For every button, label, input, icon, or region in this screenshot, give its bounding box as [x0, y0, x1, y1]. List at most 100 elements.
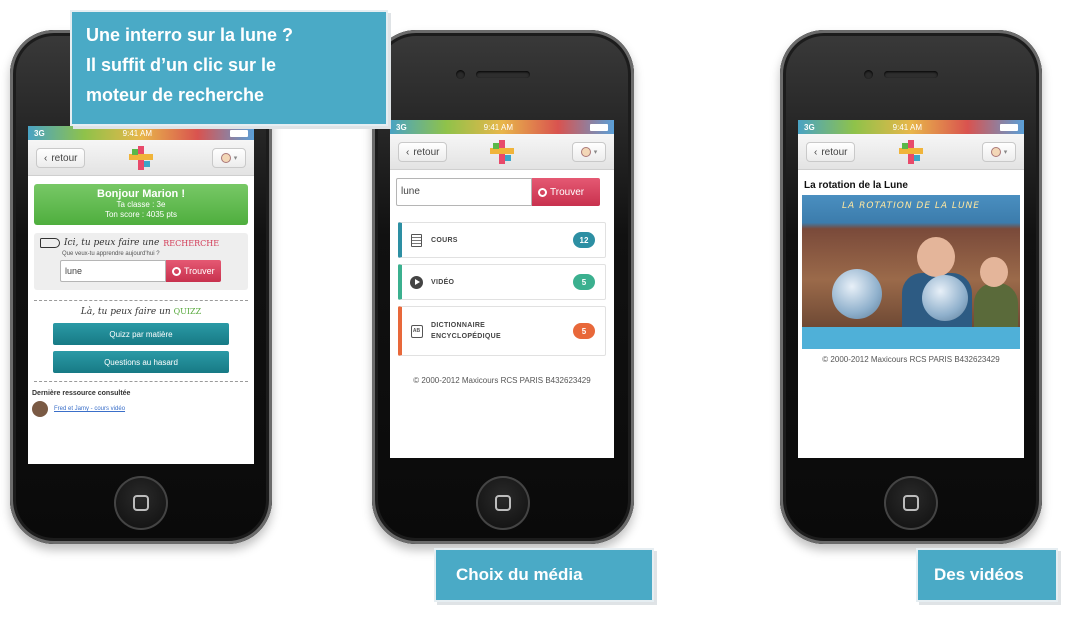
- find-button-label: Trouver: [550, 186, 585, 198]
- search-row: lune Trouver: [60, 260, 242, 282]
- speaker-grille: [476, 71, 530, 78]
- phone-1-screen: 3G 9:41 AM ‹ retour ▾ Bonjour Marion ! T…: [28, 126, 254, 464]
- play-icon: [410, 275, 423, 289]
- divider: [34, 381, 248, 382]
- search-heading: Ici, tu peux faire une RECHERCHE: [40, 238, 242, 248]
- phone-3-screen: 3G 9:41 AM ‹ retour ▾ La rotation de la …: [798, 120, 1024, 458]
- chevron-left-icon: ‹: [406, 146, 410, 158]
- result-cours[interactable]: COURS 12: [398, 222, 606, 258]
- signal-indicator: 3G: [396, 122, 407, 132]
- search-input[interactable]: lune: [396, 178, 532, 206]
- caption-search-line3: moteur de recherche: [86, 85, 265, 105]
- avatar-button[interactable]: ▾: [212, 148, 246, 168]
- status-bar: 3G 9:41 AM: [798, 120, 1024, 134]
- result-video[interactable]: VIDÉO 5: [398, 264, 606, 300]
- quiz-word: QUIZZ: [173, 307, 202, 316]
- search-input[interactable]: lune: [60, 260, 166, 282]
- nav-bar: ‹ retour ▾: [390, 134, 614, 170]
- maxicours-logo: [899, 140, 923, 164]
- result-label: VIDÉO: [431, 278, 455, 286]
- back-button-label: retour: [51, 152, 78, 164]
- last-resource-item[interactable]: Fred et Jamy - cours vidéo: [32, 401, 250, 417]
- last-resource-title: Dernière ressource consultée: [32, 390, 131, 397]
- result-dictionary[interactable]: AB DICTIONNAIRE ENCYCLOPÉDIQUE 5: [398, 306, 606, 356]
- chevron-left-icon: ‹: [814, 146, 818, 158]
- home-square-icon: [903, 495, 919, 511]
- battery-icon: [230, 129, 248, 137]
- home-square-icon: [495, 495, 511, 511]
- avatar-icon: [220, 153, 231, 163]
- chevron-down-icon: ▾: [593, 149, 598, 156]
- video-player[interactable]: LA ROTATION DE LA LUNE: [802, 195, 1020, 349]
- phone-3: 3G 9:41 AM ‹ retour ▾ La rotation de la …: [780, 30, 1042, 544]
- score-line: Ton score : 4035 pts: [104, 210, 178, 219]
- class-line: Ta classe : 3e: [116, 200, 166, 209]
- battery-icon: [1000, 123, 1018, 131]
- front-camera-icon: [456, 70, 465, 79]
- caption-videos: Des vidéos: [916, 548, 1058, 602]
- search-icon: [538, 187, 547, 197]
- search-row: lune Trouver: [396, 178, 608, 206]
- home-button[interactable]: [884, 476, 938, 530]
- search-icon: [172, 266, 181, 276]
- chevron-left-icon: ‹: [44, 152, 48, 164]
- result-label: COURS: [431, 236, 458, 244]
- avatar-button[interactable]: ▾: [982, 142, 1016, 162]
- presenter-head: [917, 237, 955, 277]
- divider: [34, 300, 248, 301]
- quiz-by-subject-button[interactable]: Quizz par matière: [53, 323, 229, 345]
- presenter-head: [980, 257, 1008, 287]
- search-prompt: Ici, tu peux faire une: [64, 238, 160, 248]
- quiz-prompt: Là, tu peux faire un: [80, 307, 171, 317]
- greeting-panel: Bonjour Marion ! Ta classe : 3e Ton scor…: [34, 184, 248, 225]
- resource-avatar: [32, 401, 48, 417]
- pointing-hand-icon: [40, 238, 60, 248]
- results-list: COURS 12 VIDÉO 5 AB DICTIONNAIRE ENCYCLO…: [398, 222, 606, 356]
- status-bar: 3G 9:41 AM: [28, 126, 254, 140]
- search-panel: Ici, tu peux faire une RECHERCHE Que veu…: [34, 233, 248, 290]
- home-button[interactable]: [476, 476, 530, 530]
- caption-search: Une interro sur la lune ? Il suffit d’un…: [70, 10, 388, 126]
- avatar-button[interactable]: ▾: [572, 142, 606, 162]
- result-label: DICTIONNAIRE ENCYCLOPÉDIQUE: [431, 320, 501, 342]
- signal-indicator: 3G: [34, 128, 45, 138]
- back-button[interactable]: ‹ retour: [398, 142, 448, 162]
- home-button[interactable]: [114, 476, 168, 530]
- globe-image: [832, 269, 882, 319]
- video-title-overlay: LA ROTATION DE LA LUNE: [842, 201, 980, 211]
- nav-bar: ‹ retour ▾: [798, 134, 1024, 170]
- find-button[interactable]: Trouver: [166, 260, 221, 282]
- last-resource-link[interactable]: Fred et Jamy - cours vidéo: [54, 406, 125, 412]
- result-count-badge: 5: [573, 323, 595, 339]
- video-bottom-strip: [802, 327, 1020, 349]
- status-time: 9:41 AM: [892, 122, 923, 132]
- phone-2: 3G 9:41 AM ‹ retour ▾ lune Trouver COURS…: [372, 30, 634, 544]
- find-button-label: Trouver: [184, 266, 215, 276]
- result-label-line1: DICTIONNAIRE: [431, 322, 486, 329]
- copyright: © 2000-2012 Maxicours RCS PARIS B4326234…: [822, 355, 1000, 364]
- video-page-title: La rotation de la Lune: [804, 180, 908, 191]
- result-label-line2: ENCYCLOPÉDIQUE: [431, 333, 501, 340]
- find-button[interactable]: Trouver: [532, 178, 600, 206]
- result-count-badge: 5: [573, 274, 595, 290]
- dictionary-icon: AB: [410, 324, 423, 338]
- result-count-badge: 12: [573, 232, 595, 248]
- copyright: © 2000-2012 Maxicours RCS PARIS B4326234…: [413, 376, 591, 385]
- presenter-figure: [974, 283, 1018, 333]
- back-button[interactable]: ‹ retour: [806, 142, 856, 162]
- avatar-icon: [580, 147, 591, 157]
- random-questions-button[interactable]: Questions au hasard: [53, 351, 229, 373]
- chevron-down-icon: ▾: [233, 155, 238, 162]
- home-square-icon: [133, 495, 149, 511]
- avatar-icon: [990, 147, 1001, 157]
- back-button-label: retour: [821, 146, 848, 158]
- caption-search-line1: Une interro sur la lune ?: [86, 25, 294, 45]
- back-button[interactable]: ‹ retour: [36, 148, 86, 168]
- stage: 3G 9:41 AM ‹ retour ▾ Bonjour Marion ! T…: [0, 0, 1074, 628]
- phone-2-screen: 3G 9:41 AM ‹ retour ▾ lune Trouver COURS…: [390, 120, 614, 458]
- maxicours-logo: [490, 140, 514, 164]
- maxicours-logo: [129, 146, 153, 170]
- status-time: 9:41 AM: [483, 122, 514, 132]
- front-camera-icon: [864, 70, 873, 79]
- chevron-down-icon: ▾: [1003, 149, 1008, 156]
